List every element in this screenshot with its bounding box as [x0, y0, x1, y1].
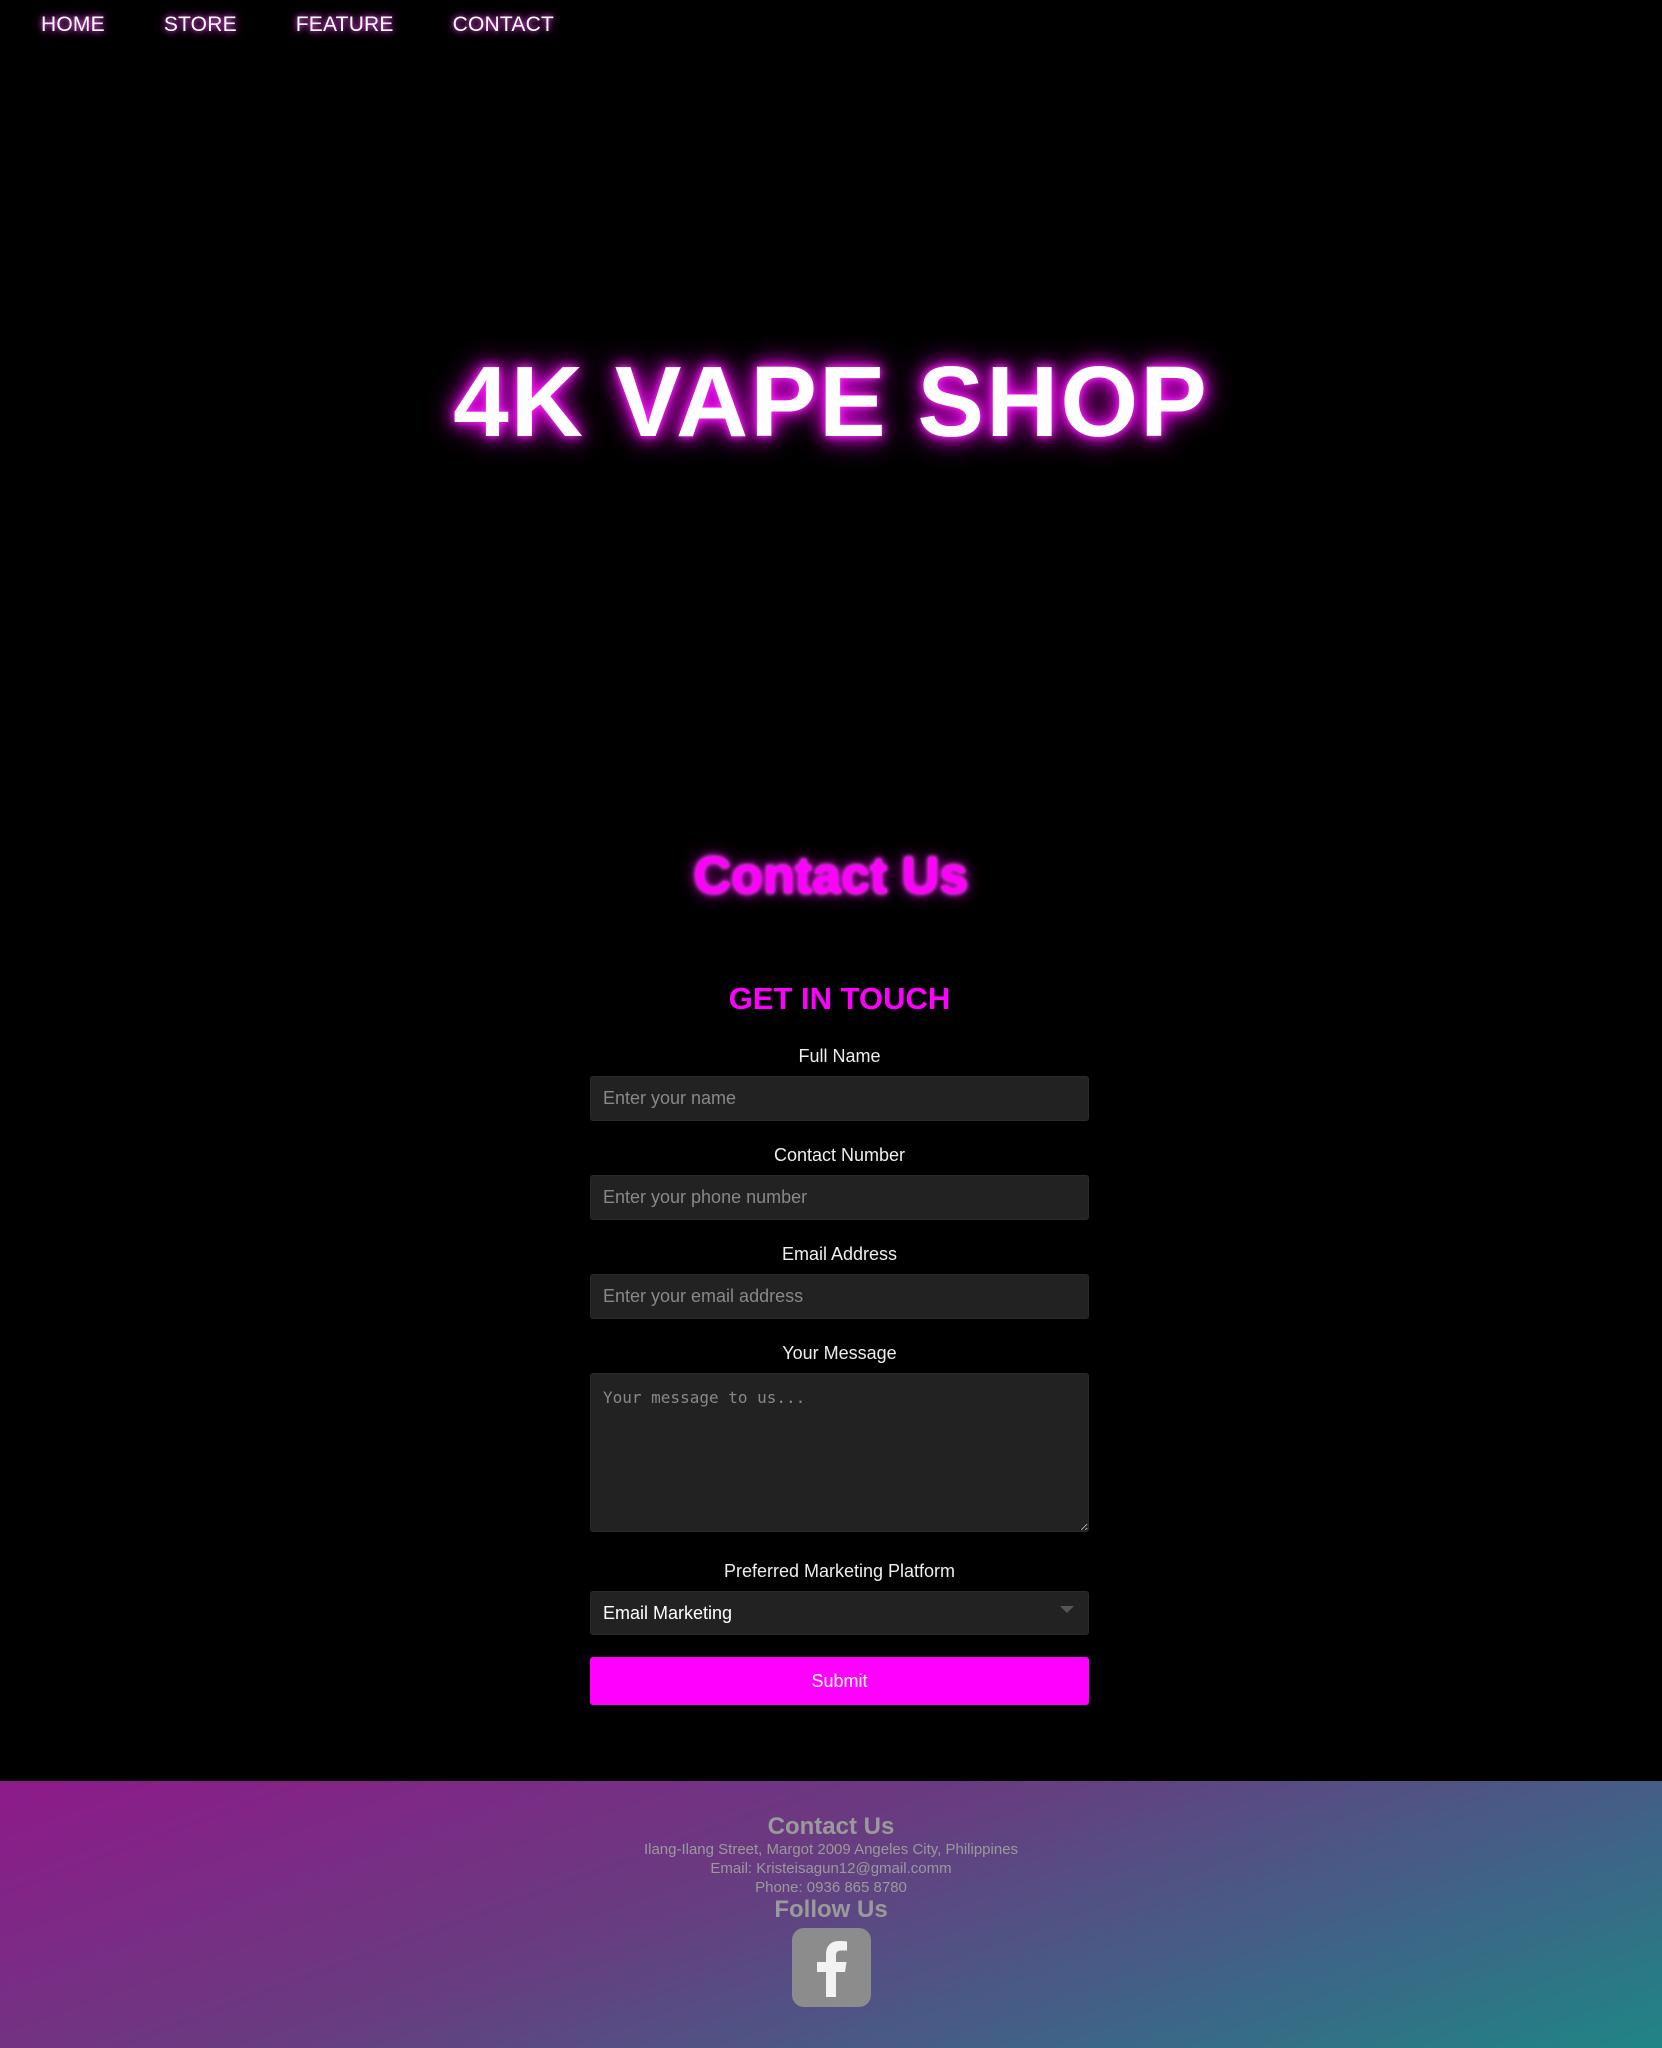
- marketing-platform-select[interactable]: Email Marketing: [590, 1591, 1089, 1635]
- nav-contact-link[interactable]: CONTACT: [453, 13, 554, 37]
- page: HOME STORE FEATURE CONTACT 4K VAPE SHOP …: [0, 0, 1662, 2048]
- message-label: Your Message: [782, 1343, 897, 1363]
- facebook-icon[interactable]: [791, 1927, 871, 2007]
- contact-heading: Contact Us: [693, 847, 969, 905]
- contact-form: GET IN TOUCH Full Name Contact Number Em…: [590, 978, 1089, 1705]
- nav-store-link[interactable]: STORE: [164, 13, 237, 37]
- hero-title: 4K VAPE SHOP: [453, 346, 1209, 458]
- marketing-platform-value: Email Marketing: [603, 1602, 733, 1623]
- chevron-down-icon: [1060, 1606, 1074, 1613]
- nav-feature-link[interactable]: FEATURE: [296, 13, 394, 37]
- top-nav: HOME STORE FEATURE CONTACT: [0, 0, 613, 50]
- footer-email: Email: Kristeisagun12@gmail.comm: [710, 1860, 952, 1878]
- footer-phone: Phone: 0936 865 8780: [755, 1879, 907, 1897]
- full-name-input[interactable]: [590, 1076, 1089, 1121]
- footer-follow-title: Follow Us: [774, 1896, 888, 1924]
- contact-number-input[interactable]: [590, 1175, 1089, 1220]
- contact-number-label: Contact Number: [773, 1145, 906, 1165]
- full-name-label: Full Name: [798, 1046, 881, 1066]
- email-address-input[interactable]: [590, 1274, 1089, 1319]
- submit-button[interactable]: Submit: [590, 1657, 1089, 1705]
- form-title: GET IN TOUCH: [728, 981, 951, 1016]
- nav-home-link[interactable]: HOME: [41, 13, 105, 37]
- message-textarea[interactable]: [590, 1373, 1089, 1532]
- footer-address: Ilang-Ilang Street, Margot 2009 Angeles …: [643, 1841, 1019, 1859]
- footer: Contact Us Ilang-Ilang Street, Margot 20…: [0, 1781, 1662, 2048]
- email-address-label: Email Address: [781, 1244, 898, 1264]
- footer-contact-title: Contact Us: [767, 1813, 895, 1840]
- marketing-platform-label: Preferred Marketing Platform: [723, 1561, 956, 1581]
